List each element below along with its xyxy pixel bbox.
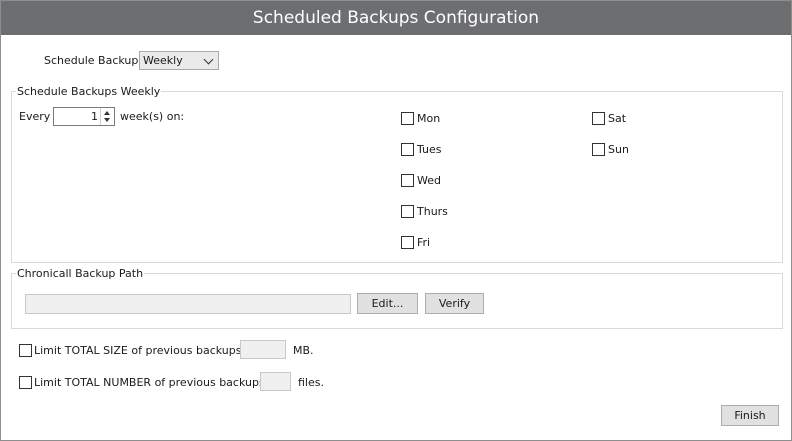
limit-size-label: Limit TOTAL SIZE of previous backups to bbox=[34, 344, 257, 357]
limit-size-input[interactable] bbox=[240, 340, 286, 359]
edit-path-button[interactable]: Edit... bbox=[357, 293, 418, 314]
stepper-up-icon[interactable] bbox=[104, 111, 110, 115]
day-fri-label: Fri bbox=[417, 236, 431, 249]
day-sat-label: Sat bbox=[608, 112, 627, 125]
week-interval-value: 1 bbox=[91, 110, 98, 123]
limit-number-unit: files. bbox=[298, 376, 324, 389]
day-tues-label: Tues bbox=[417, 143, 442, 156]
day-tues-checkbox[interactable] bbox=[401, 143, 414, 156]
schedule-frequency-value: Weekly bbox=[143, 54, 183, 67]
limit-number-input[interactable] bbox=[260, 372, 291, 391]
day-mon-checkbox[interactable] bbox=[401, 112, 414, 125]
schedule-frequency-select[interactable]: Weekly bbox=[139, 51, 219, 70]
week-interval-stepper[interactable]: 1 bbox=[53, 107, 115, 126]
day-sun-checkbox[interactable] bbox=[592, 143, 605, 156]
day-thurs-checkbox[interactable] bbox=[401, 205, 414, 218]
day-wed-label: Wed bbox=[417, 174, 441, 187]
every-label: Every bbox=[19, 110, 51, 123]
day-sat-checkbox[interactable] bbox=[592, 112, 605, 125]
stepper-down-icon[interactable] bbox=[104, 118, 110, 122]
day-sun-label: Sun bbox=[608, 143, 629, 156]
day-fri-checkbox[interactable] bbox=[401, 236, 414, 249]
weekly-schedule-legend: Schedule Backups Weekly bbox=[16, 85, 162, 98]
backup-path-legend: Chronicall Backup Path bbox=[16, 267, 145, 280]
backup-path-input[interactable] bbox=[25, 294, 351, 314]
chevron-down-icon bbox=[203, 54, 214, 65]
day-thurs-label: Thurs bbox=[417, 205, 448, 218]
limit-number-checkbox[interactable] bbox=[19, 376, 32, 389]
window-title: Scheduled Backups Configuration bbox=[1, 1, 791, 35]
verify-path-button[interactable]: Verify bbox=[425, 293, 484, 314]
finish-button[interactable]: Finish bbox=[721, 405, 779, 426]
limit-size-checkbox[interactable] bbox=[19, 344, 32, 357]
schedule-backups-label: Schedule Backups: bbox=[44, 54, 148, 67]
limit-size-unit: MB. bbox=[293, 344, 314, 357]
week-interval-suffix: week(s) on: bbox=[120, 110, 185, 123]
limit-number-label: Limit TOTAL NUMBER of previous backups t… bbox=[34, 376, 280, 389]
day-mon-label: Mon bbox=[417, 112, 441, 125]
scheduled-backups-window: Scheduled Backups Configuration Schedule… bbox=[0, 0, 792, 441]
stepper-arrows[interactable] bbox=[100, 108, 114, 125]
day-wed-checkbox[interactable] bbox=[401, 174, 414, 187]
